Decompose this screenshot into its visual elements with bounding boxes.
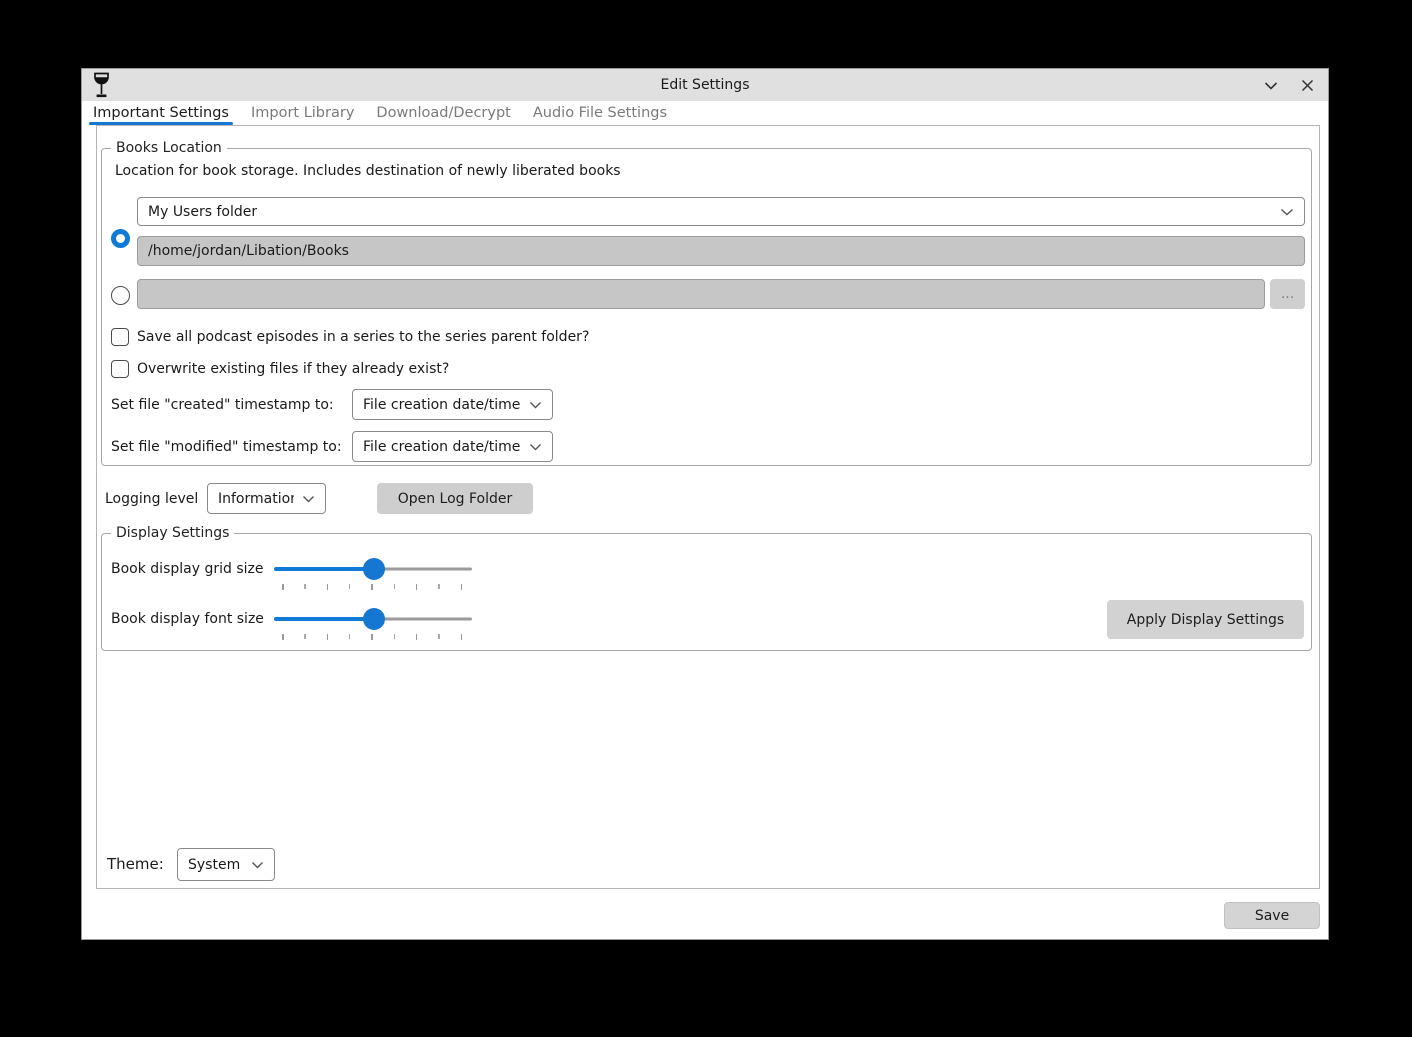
save-podcast-checkbox[interactable] [111, 328, 129, 346]
logging-level-label: Logging level [105, 491, 198, 507]
created-timestamp-label: Set file "created" timestamp to: [111, 397, 334, 413]
library-path-value: /home/jordan/Libation/Books [148, 243, 349, 259]
slider-fill [274, 567, 374, 571]
tab-download-decrypt[interactable]: Download/Decrypt [374, 101, 512, 125]
minimize-button[interactable] [1258, 72, 1284, 98]
books-location-group: Books Location Location for book storage… [101, 148, 1312, 466]
created-timestamp-dropdown[interactable]: File creation date/time [352, 389, 553, 420]
books-folder-preset-value: My Users folder [148, 204, 257, 220]
slider-thumb[interactable] [363, 608, 385, 630]
modified-timestamp-label: Set file "modified" timestamp to: [111, 439, 342, 455]
chevron-down-icon [294, 495, 315, 503]
close-icon [1301, 79, 1314, 92]
chevron-down-icon [521, 443, 542, 451]
display-settings-legend: Display Settings [111, 525, 234, 542]
close-button[interactable] [1294, 72, 1320, 98]
books-location-legend: Books Location [111, 140, 227, 157]
grid-size-ticks [282, 584, 462, 590]
window-title: Edit Settings [82, 77, 1328, 93]
chevron-down-icon [1272, 208, 1294, 216]
save-button[interactable]: Save [1224, 902, 1320, 929]
chevron-down-icon [521, 401, 542, 409]
font-size-slider[interactable] [274, 607, 472, 631]
important-settings-panel: Books Location Location for book storage… [96, 125, 1320, 889]
created-timestamp-value: File creation date/time [363, 397, 520, 413]
tab-important-settings[interactable]: Important Settings [91, 101, 231, 125]
grid-size-slider[interactable] [274, 557, 472, 581]
open-log-folder-button[interactable]: Open Log Folder [377, 483, 533, 514]
display-settings-group: Display Settings Book display grid size … [101, 533, 1312, 651]
slider-fill [274, 617, 374, 621]
preset-path-radio[interactable] [111, 229, 130, 248]
chevron-down-icon [243, 861, 264, 869]
custom-path-radio[interactable] [111, 286, 130, 305]
books-location-description: Location for book storage. Includes dest… [115, 163, 621, 179]
theme-value: System [188, 857, 240, 873]
font-size-label: Book display font size [111, 611, 264, 627]
modified-timestamp-value: File creation date/time [363, 439, 520, 455]
modified-timestamp-dropdown[interactable]: File creation date/time [352, 431, 553, 462]
chevron-down-icon [1264, 81, 1278, 90]
tab-audio-file-settings[interactable]: Audio File Settings [531, 101, 669, 125]
logging-level-dropdown[interactable]: Information [207, 483, 326, 514]
theme-dropdown[interactable]: System [177, 848, 275, 881]
custom-path-field [137, 279, 1265, 309]
grid-size-label: Book display grid size [111, 561, 263, 577]
browse-folder-button[interactable]: ... [1270, 279, 1305, 309]
titlebar: Edit Settings [82, 69, 1328, 101]
tab-import-library[interactable]: Import Library [249, 101, 356, 125]
theme-label: Theme: [107, 855, 164, 873]
overwrite-files-checkbox[interactable] [111, 360, 129, 378]
font-size-ticks [282, 634, 462, 640]
slider-thumb[interactable] [363, 558, 385, 580]
books-folder-preset-dropdown[interactable]: My Users folder [137, 197, 1305, 226]
overwrite-files-label: Overwrite existing files if they already… [137, 361, 449, 377]
settings-tabstrip: Important Settings Import Library Downlo… [82, 101, 1328, 125]
save-podcast-label: Save all podcast episodes in a series to… [137, 329, 589, 345]
logging-level-value: Information [218, 491, 294, 507]
library-path-field: /home/jordan/Libation/Books [137, 236, 1305, 266]
apply-display-settings-button[interactable]: Apply Display Settings [1107, 600, 1304, 639]
edit-settings-window: Edit Settings Important Settings Import … [81, 68, 1329, 940]
